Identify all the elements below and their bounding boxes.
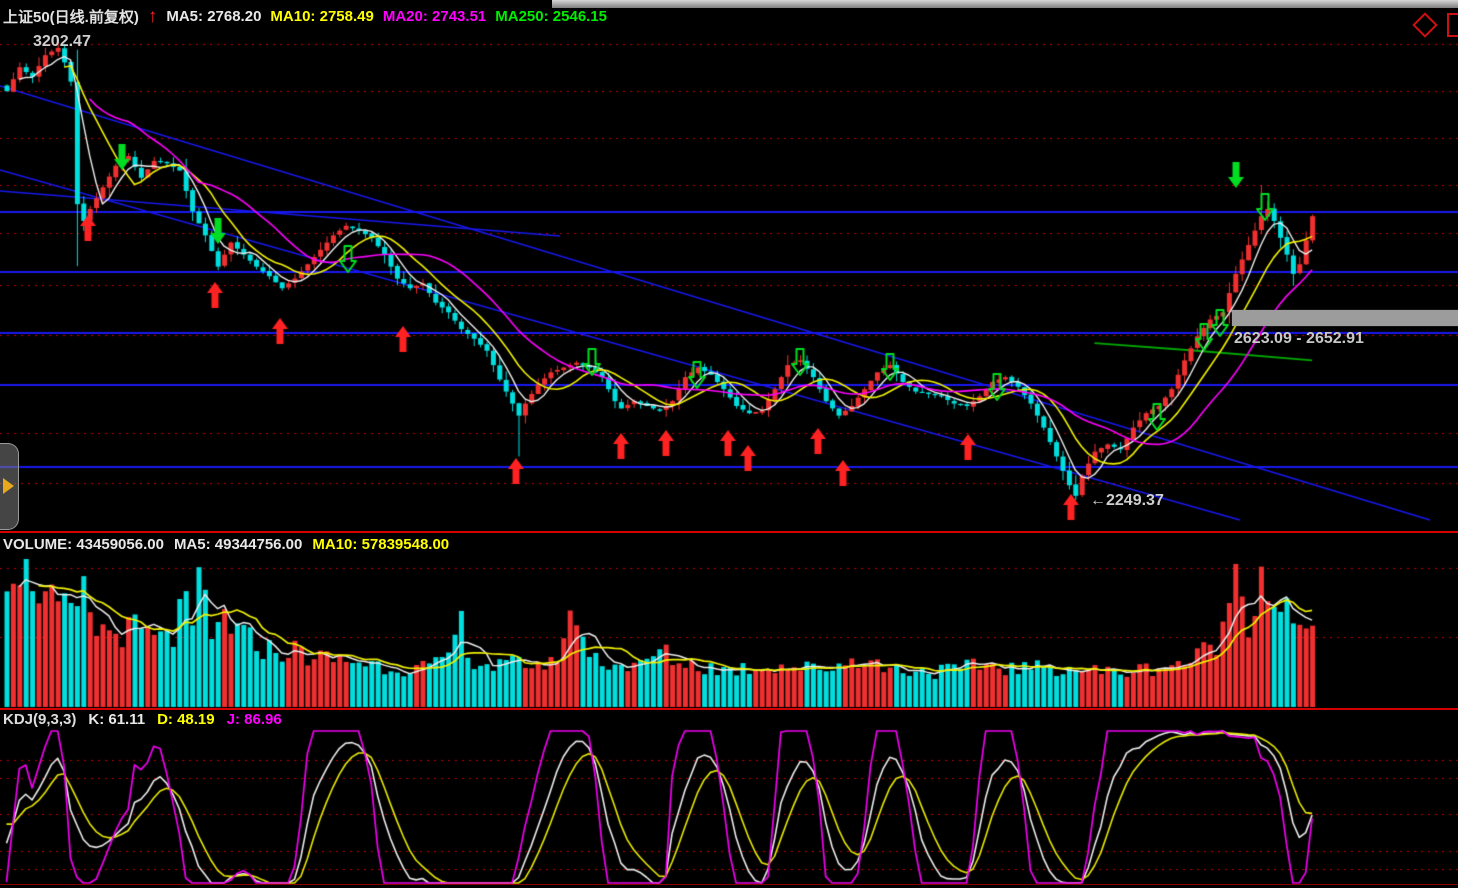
volume-ma10-indicator: MA10: 57839548.00 (312, 536, 449, 553)
up-arrow-icon: ↑ (148, 10, 158, 24)
volume-ma5-indicator: MA5: 49344756.00 (174, 536, 302, 553)
ma5-indicator: MA5: 2768.20 (166, 8, 261, 25)
kdj-k-indicator: K: 61.11 (88, 711, 145, 728)
panel-separator-main-volume[interactable] (0, 531, 1458, 533)
ma250-indicator: MA250: 2546.15 (495, 8, 607, 25)
kdj-d-indicator: D: 48.19 (157, 711, 215, 728)
window-titlebar (552, 0, 1458, 8)
measure-range-label: 2623.09 - 2652.91 (1234, 330, 1364, 348)
peak-price-label: 3202.47 (33, 33, 91, 51)
panel-separator-volume-kdj[interactable] (0, 708, 1458, 710)
ma20-indicator: MA20: 2743.51 (383, 8, 486, 25)
chart-canvas[interactable] (0, 0, 1458, 888)
symbol-label: 上证50(日线.前复权) (3, 6, 139, 27)
ma10-indicator: MA10: 2758.49 (270, 8, 373, 25)
kdj-title: KDJ(9,3,3) (3, 711, 76, 728)
volume-header: VOLUME: 43459056.00 MA5: 49344756.00 MA1… (3, 536, 449, 553)
measure-band (1232, 310, 1458, 326)
trough-price-label: ←2249.37 (1090, 492, 1164, 510)
rectangle-draw-tool-icon[interactable] (1447, 13, 1458, 37)
volume-indicator: VOLUME: 43459056.00 (3, 536, 164, 553)
expand-arrow-icon (3, 478, 14, 494)
sidebar-expand-handle[interactable] (0, 443, 19, 530)
app-window: 上证50(日线.前复权) ↑ MA5: 2768.20 MA10: 2758.4… (0, 0, 1458, 888)
main-chart-header: 上证50(日线.前复权) ↑ MA5: 2768.20 MA10: 2758.4… (3, 6, 607, 27)
kdj-header: KDJ(9,3,3) K: 61.11 D: 48.19 J: 86.96 (3, 711, 282, 728)
panel-bottom-border (0, 884, 1458, 885)
kdj-j-indicator: J: 86.96 (227, 711, 282, 728)
